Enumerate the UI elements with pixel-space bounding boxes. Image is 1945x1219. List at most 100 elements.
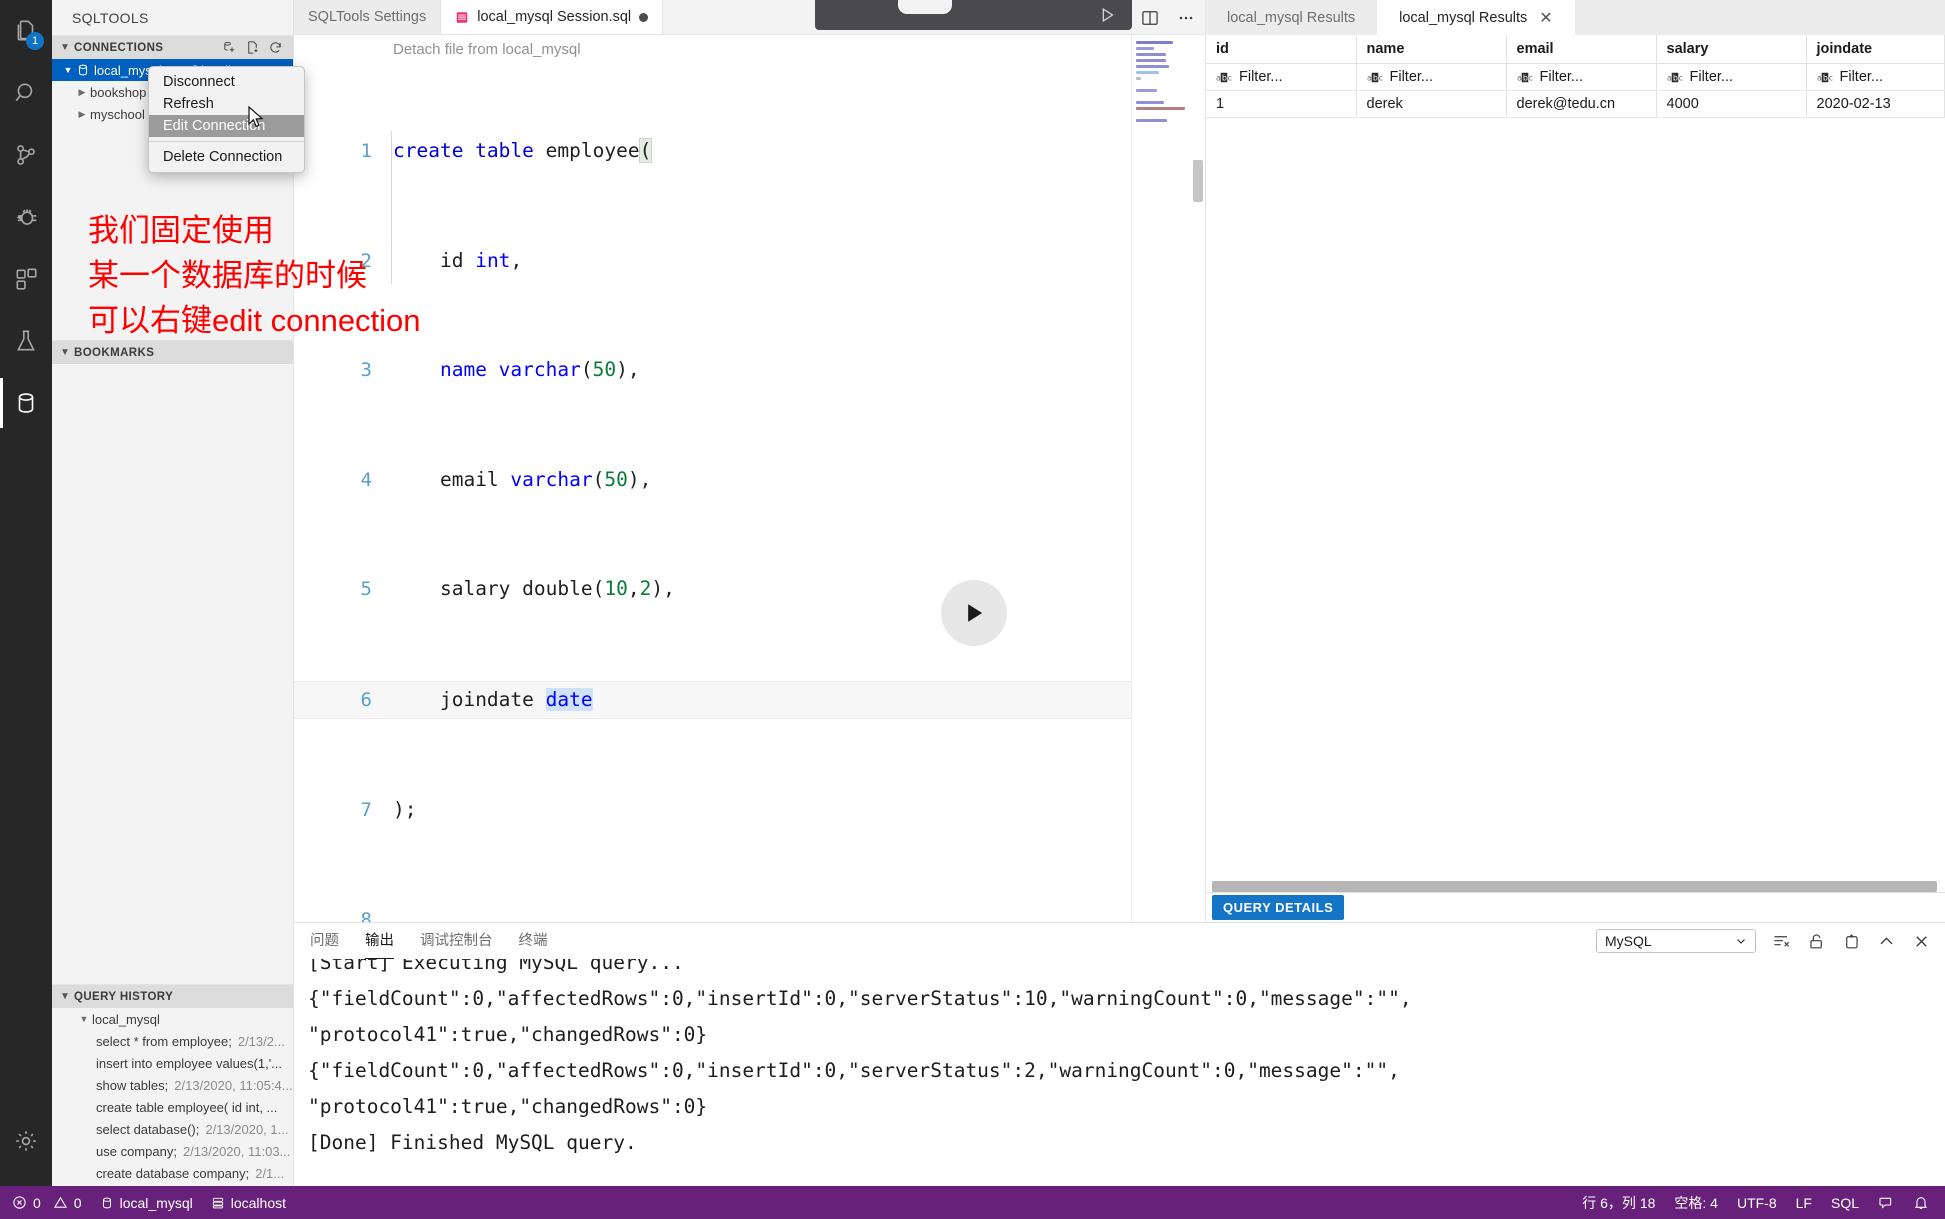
panel-tab-output[interactable]: 输出 — [365, 923, 394, 959]
connections-section-header[interactable]: ▼ CONNECTIONS — [52, 35, 293, 59]
vscode-window: 1 SQLTOOLS ▼ CONNECTIONS ▼ local_mysql ▶… — [0, 0, 1945, 1219]
list-item[interactable]: create database company; 2/1... — [52, 1162, 293, 1184]
context-menu-item-disconnect[interactable]: Disconnect — [149, 71, 304, 93]
source-control-icon — [13, 142, 39, 168]
search-icon — [13, 80, 39, 106]
status-indentation[interactable]: 空格: 4 — [1674, 1193, 1718, 1213]
query-text: select database(); — [96, 1121, 200, 1137]
activity-item-extensions[interactable] — [0, 248, 52, 310]
code-editor[interactable]: Detach file from local_mysql 1 create tab… — [294, 35, 1131, 922]
sidebar-title: SQLTOOLS — [72, 9, 149, 26]
play-triangle-icon[interactable] — [1096, 4, 1118, 26]
query-history-section-header[interactable]: ▼ QUERY HISTORY — [52, 984, 293, 1008]
editor-more-actions-icon[interactable] — [1176, 8, 1196, 28]
context-menu-item-edit-connection[interactable]: Edit Connection — [149, 115, 304, 137]
cell-email[interactable]: derek@tedu.cn — [1506, 90, 1657, 118]
video-play-button[interactable] — [941, 580, 1007, 646]
table-row[interactable]: 1 derek derek@tedu.cn 4000 2020-02-13 — [1206, 90, 1945, 118]
query-history-connection[interactable]: ▼ local_mysql — [52, 1008, 293, 1030]
output-channel-value: MySQL — [1605, 933, 1652, 949]
filter-cell-salary[interactable]: a b c Filter... — [1656, 63, 1807, 91]
results-grid[interactable]: id name email salary joindate a b c Filt… — [1206, 35, 1945, 874]
clear-output-icon[interactable] — [1772, 932, 1791, 951]
editor-scrollbar[interactable] — [1193, 160, 1203, 202]
activity-item-search[interactable] — [0, 62, 52, 124]
maximize-panel-icon[interactable] — [1877, 932, 1896, 951]
minimap-lines — [1132, 35, 1193, 131]
status-encoding[interactable]: UTF-8 — [1737, 1195, 1777, 1211]
list-item[interactable]: show tables; 2/13/2020, 11:05:4... — [52, 1074, 293, 1096]
cell-joindate[interactable]: 2020-02-13 — [1806, 90, 1945, 118]
feedback-icon[interactable] — [1878, 1195, 1894, 1211]
list-item[interactable]: insert into employee values(1,'... — [52, 1052, 293, 1074]
filter-cell-email[interactable]: a b c Filter... — [1506, 63, 1657, 91]
cell-name[interactable]: derek — [1356, 90, 1507, 118]
refresh-icon[interactable] — [268, 40, 283, 55]
list-item[interactable]: use company; 2/13/2020, 11:03... — [52, 1140, 293, 1162]
tab-local-mysql-session-sql[interactable]: local_mysql Session.sql — [441, 0, 664, 34]
results-tab-1[interactable]: local_mysql Results — [1205, 0, 1378, 35]
add-connection-icon[interactable] — [222, 40, 237, 55]
status-connection[interactable]: local_mysql — [100, 1195, 193, 1211]
query-details-button[interactable]: QUERY DETAILS — [1212, 895, 1345, 920]
codelens-detach-file[interactable]: Detach file from local_mysql — [294, 35, 1131, 60]
results-tab-2[interactable]: local_mysql Results ✕ — [1377, 0, 1575, 35]
filter-cell-id[interactable]: a b c Filter... — [1206, 63, 1357, 91]
activity-item-testing[interactable] — [0, 310, 52, 372]
activity-item-explorer[interactable]: 1 — [0, 0, 52, 62]
code-line: 6 joindate date — [294, 680, 1131, 719]
results-horizontal-scrollbar[interactable] — [1212, 881, 1937, 892]
filter-placeholder: Filter... — [1239, 69, 1283, 85]
column-header-email[interactable]: email — [1506, 35, 1657, 64]
close-icon[interactable]: ✕ — [1539, 8, 1552, 28]
panel-tab-problems[interactable]: 问题 — [310, 923, 339, 959]
filter-cell-joindate[interactable]: a b c Filter... — [1806, 63, 1945, 91]
context-menu-item-delete-connection[interactable]: Delete Connection — [149, 146, 304, 168]
bookmarks-section-header[interactable]: ▼ BOOKMARKS — [52, 340, 293, 364]
panel-tab-terminal[interactable]: 终端 — [519, 923, 548, 959]
list-item[interactable]: create table employee( id int, ... — [52, 1096, 293, 1118]
activity-item-source-control[interactable] — [0, 124, 52, 186]
list-item[interactable]: select database(); 2/13/2020, 1... — [52, 1118, 293, 1140]
panel-tab-debug-console[interactable]: 调试控制台 — [420, 923, 493, 959]
column-header-name[interactable]: name — [1356, 35, 1507, 64]
close-panel-icon[interactable] — [1912, 932, 1931, 951]
editor-minimap[interactable] — [1131, 35, 1193, 922]
line-number: 8 — [360, 908, 372, 923]
activity-item-sqltools[interactable] — [0, 372, 52, 434]
column-header-joindate[interactable]: joindate — [1806, 35, 1945, 64]
split-editor-icon[interactable] — [1140, 8, 1160, 28]
context-menu-item-refresh[interactable]: Refresh — [149, 93, 304, 115]
output-channel-select[interactable]: MySQL — [1596, 929, 1756, 953]
output-content[interactable]: [Start] Executing MySQL query... {"field… — [294, 959, 1945, 1186]
tab-sqltools-settings[interactable]: SQLTools Settings — [294, 0, 442, 34]
column-header-salary[interactable]: salary — [1656, 35, 1807, 64]
query-text: create table employee( id int, ... — [96, 1099, 278, 1115]
connection-label: local_mysql — [119, 1194, 193, 1211]
sidebar: SQLTOOLS ▼ CONNECTIONS ▼ local_mysql ▶ b… — [52, 0, 294, 1186]
activity-item-settings[interactable] — [0, 1110, 52, 1172]
error-count: 0 — [33, 1194, 41, 1211]
filter-cell-name[interactable]: a b c Filter... — [1356, 63, 1507, 91]
table-header-row: id name email salary joindate — [1206, 35, 1945, 64]
query-history-list: ▼ local_mysql select * from employee; 2/… — [52, 1008, 293, 1186]
new-sql-file-icon[interactable] — [245, 40, 260, 55]
activity-item-run-debug[interactable] — [0, 186, 52, 248]
status-eol[interactable]: LF — [1796, 1195, 1812, 1211]
bell-icon[interactable] — [1913, 1195, 1929, 1211]
cell-salary[interactable]: 4000 — [1656, 90, 1807, 118]
status-problems[interactable]: 0 0 — [12, 1195, 82, 1211]
warning-icon — [53, 1195, 68, 1210]
chevron-down-icon: ▼ — [60, 991, 71, 1002]
code-line: 4 email varchar(50), — [294, 462, 1131, 499]
cell-id[interactable]: 1 — [1206, 90, 1357, 118]
status-cursor-position[interactable]: 行 6，列 18 — [1582, 1193, 1655, 1213]
lock-scroll-icon[interactable] — [1807, 932, 1826, 951]
status-host[interactable]: localhost — [211, 1195, 286, 1211]
list-item[interactable]: select * from employee; 2/13/2... — [52, 1030, 293, 1052]
query-text: insert into employee values(1,'... — [96, 1055, 283, 1071]
column-header-id[interactable]: id — [1206, 35, 1357, 64]
split-panel-icon[interactable] — [1842, 932, 1861, 951]
status-language-mode[interactable]: SQL — [1831, 1195, 1859, 1211]
chevron-down-icon: ▼ — [79, 1014, 89, 1024]
